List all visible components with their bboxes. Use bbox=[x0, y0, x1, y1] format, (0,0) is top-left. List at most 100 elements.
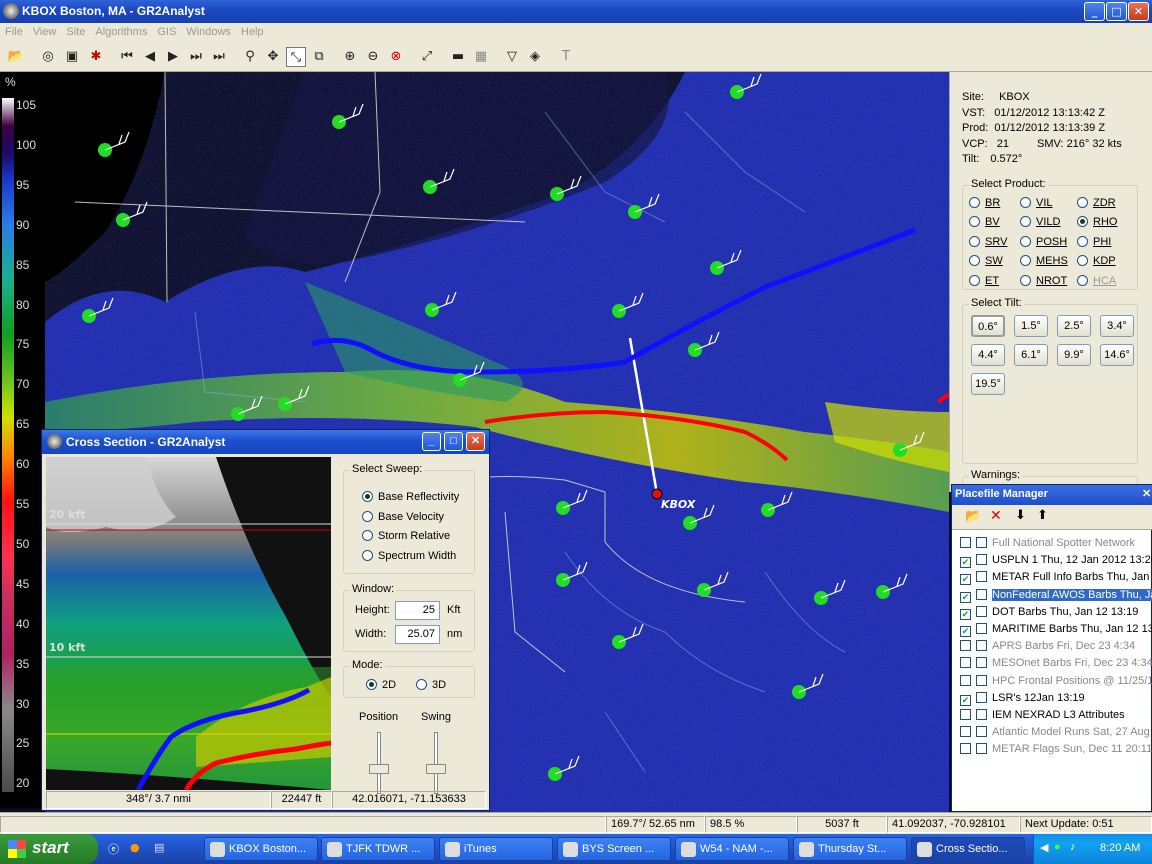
tilt-button[interactable]: 6.1° bbox=[1014, 344, 1048, 366]
maximize-button[interactable]: □ bbox=[1106, 2, 1127, 21]
product-radio-bv[interactable]: BV bbox=[969, 216, 1000, 228]
grid-icon[interactable]: ▦ bbox=[471, 47, 491, 67]
title-bar[interactable]: KBOX Boston, MA - GR2Analyst _ □ ✕ bbox=[0, 0, 1152, 23]
product-radio-zdr[interactable]: ZDR bbox=[1077, 197, 1116, 209]
product-radio-et[interactable]: ET bbox=[969, 274, 999, 287]
diamond-icon[interactable]: ◈ bbox=[525, 47, 545, 67]
placefile-option-checkbox[interactable] bbox=[976, 537, 987, 548]
product-radio-hca[interactable]: HCA bbox=[1077, 274, 1116, 287]
placefile-item[interactable]: ✔ USPLN 1 Thu, 12 Jan 2012 13:20 bbox=[960, 554, 1152, 572]
prev-frame-icon[interactable]: ◀ bbox=[140, 47, 160, 67]
tray-security-icon[interactable]: ● bbox=[1054, 841, 1061, 853]
task-cross-section[interactable]: Cross Sectio... bbox=[911, 837, 1025, 861]
cs-maximize-button[interactable]: □ bbox=[444, 432, 463, 451]
mode-2d-radio[interactable]: 2D bbox=[366, 679, 396, 691]
sweep-radio[interactable]: Storm Relative bbox=[362, 530, 450, 542]
sweep-radio[interactable]: Base Velocity bbox=[362, 510, 444, 523]
measure-icon[interactable]: ⤢ bbox=[417, 47, 437, 67]
sweep-radio[interactable]: Spectrum Width bbox=[362, 549, 456, 562]
firefox-icon[interactable]: ● bbox=[130, 841, 140, 854]
text-icon[interactable]: T bbox=[556, 47, 576, 67]
tray-volume-icon[interactable]: ♪ bbox=[1070, 841, 1076, 853]
storage-icon[interactable]: ▬ bbox=[448, 47, 468, 67]
menu-windows[interactable]: Windows bbox=[181, 23, 236, 38]
placefile-option-checkbox[interactable] bbox=[976, 640, 987, 652]
globe-icon[interactable]: ◎ bbox=[38, 47, 58, 67]
folder-open-icon[interactable]: 📂 bbox=[965, 509, 981, 524]
placefile-option-checkbox[interactable] bbox=[976, 709, 987, 720]
cs-minimize-button[interactable]: _ bbox=[422, 432, 441, 451]
sweep-radio[interactable]: Base Reflectivity bbox=[362, 491, 459, 503]
close-button[interactable]: ✕ bbox=[1128, 2, 1149, 21]
placefile-option-checkbox[interactable] bbox=[976, 554, 987, 566]
zoom-in-icon[interactable]: ⊕ bbox=[340, 47, 360, 67]
placefile-option-checkbox[interactable] bbox=[976, 657, 987, 669]
minimize-button[interactable]: _ bbox=[1084, 2, 1105, 21]
cs-close-button[interactable]: ✕ bbox=[466, 432, 485, 451]
mode-3d-radio[interactable]: 3D bbox=[416, 679, 446, 691]
move-down-icon[interactable]: ⬇ bbox=[1015, 508, 1026, 523]
placefile-option-checkbox[interactable] bbox=[976, 691, 987, 703]
product-radio-rho[interactable]: RHO bbox=[1077, 216, 1117, 228]
zoom-reset-icon[interactable]: ⊗ bbox=[386, 47, 406, 67]
placefile-item[interactable]: ✔ DOT Barbs Thu, Jan 12 13:19 bbox=[960, 605, 1138, 624]
play-icon[interactable]: ▶ bbox=[163, 47, 183, 67]
placefile-item[interactable]: MESOnet Barbs Fri, Dec 23 4:34 bbox=[960, 657, 1152, 675]
placefile-enable-checkbox[interactable] bbox=[960, 640, 971, 652]
placefile-enable-checkbox[interactable] bbox=[960, 657, 971, 669]
placefile-option-checkbox[interactable] bbox=[976, 571, 987, 583]
settings-icon[interactable]: ✱ bbox=[86, 47, 106, 67]
placefile-item[interactable]: METAR Flags Sun, Dec 11 20:11 bbox=[960, 743, 1152, 761]
placefile-enable-checkbox[interactable]: ✔ bbox=[960, 574, 971, 586]
placefile-enable-checkbox[interactable] bbox=[960, 726, 971, 738]
product-radio-kdp[interactable]: KDP bbox=[1077, 255, 1116, 267]
product-radio-vild[interactable]: VILD bbox=[1020, 216, 1060, 228]
product-radio-posh[interactable]: POSH bbox=[1020, 235, 1067, 248]
tilt-button[interactable]: 2.5° bbox=[1057, 315, 1091, 337]
next-frame-icon[interactable]: ⏭ bbox=[186, 47, 206, 67]
product-radio-sw[interactable]: SW bbox=[969, 255, 1003, 267]
menu-site[interactable]: Site bbox=[61, 23, 90, 38]
placefile-option-checkbox[interactable] bbox=[976, 674, 987, 686]
tilt-button[interactable]: 3.4° bbox=[1100, 315, 1134, 337]
task-tjfk[interactable]: TJFK TDWR ... bbox=[321, 837, 435, 861]
placefile-enable-checkbox[interactable] bbox=[960, 537, 971, 548]
start-button[interactable]: start bbox=[0, 834, 98, 864]
menu-help[interactable]: Help bbox=[236, 23, 269, 38]
swing-thumb[interactable] bbox=[426, 764, 446, 774]
zoom-icon[interactable]: ⚲ bbox=[240, 47, 260, 67]
placefile-item[interactable]: ✔ NonFederal AWOS Barbs Thu, Ja bbox=[960, 588, 1152, 607]
product-radio-mehs[interactable]: MEHS bbox=[1020, 255, 1068, 267]
notes-icon[interactable]: ▤ bbox=[154, 841, 164, 854]
menu-gis[interactable]: GIS bbox=[152, 23, 181, 38]
tilt-button[interactable]: 14.6° bbox=[1100, 344, 1134, 366]
first-frame-icon[interactable]: ⏮ bbox=[117, 47, 137, 67]
placefile-enable-checkbox[interactable] bbox=[960, 743, 971, 755]
cross-section-plot[interactable]: 20 kft 10 kft bbox=[46, 457, 331, 790]
placefile-item[interactable]: Full National Spotter Network bbox=[960, 537, 1135, 555]
placefile-item[interactable]: ✔ METAR Full Info Barbs Thu, Jan 1 bbox=[960, 571, 1152, 589]
tilt-button[interactable]: 19.5° bbox=[971, 373, 1005, 395]
cross-section-title-bar[interactable]: Cross Section - GR2Analyst _ □ ✕ bbox=[42, 430, 489, 454]
product-radio-srv[interactable]: SRV bbox=[969, 235, 1007, 248]
placefile-enable-checkbox[interactable]: ✔ bbox=[960, 608, 971, 620]
last-frame-icon[interactable]: ⏭ bbox=[209, 47, 229, 67]
placefile-enable-checkbox[interactable]: ✔ bbox=[960, 591, 971, 603]
placefile-enable-checkbox[interactable] bbox=[960, 709, 971, 720]
product-radio-vil[interactable]: VIL bbox=[1020, 197, 1053, 209]
task-itunes[interactable]: iTunes bbox=[439, 837, 553, 861]
tilt-button[interactable]: 0.6° bbox=[971, 315, 1005, 337]
placefile-item[interactable]: APRS Barbs Fri, Dec 23 4:34 bbox=[960, 640, 1135, 658]
task-thursday[interactable]: Thursday St... bbox=[793, 837, 907, 861]
zoom-out-icon[interactable]: ⊖ bbox=[363, 47, 383, 67]
placefile-option-checkbox[interactable] bbox=[976, 588, 987, 600]
placefile-enable-checkbox[interactable]: ✔ bbox=[960, 557, 971, 569]
product-radio-phi[interactable]: PHI bbox=[1077, 235, 1111, 248]
lock-icon[interactable]: ▣ bbox=[62, 47, 82, 67]
placefile-item[interactable]: Atlantic Model Runs Sat, 27 Aug 2 bbox=[960, 726, 1152, 744]
stack-icon[interactable]: ⧉ bbox=[309, 47, 329, 67]
height-input[interactable]: 25 bbox=[395, 601, 440, 620]
placefile-close-icon[interactable]: ✕ bbox=[1142, 487, 1151, 500]
task-w54[interactable]: W54 - NAM -... bbox=[675, 837, 789, 861]
placefile-item[interactable]: ✔ LSR's 12Jan 13:19 bbox=[960, 691, 1085, 710]
